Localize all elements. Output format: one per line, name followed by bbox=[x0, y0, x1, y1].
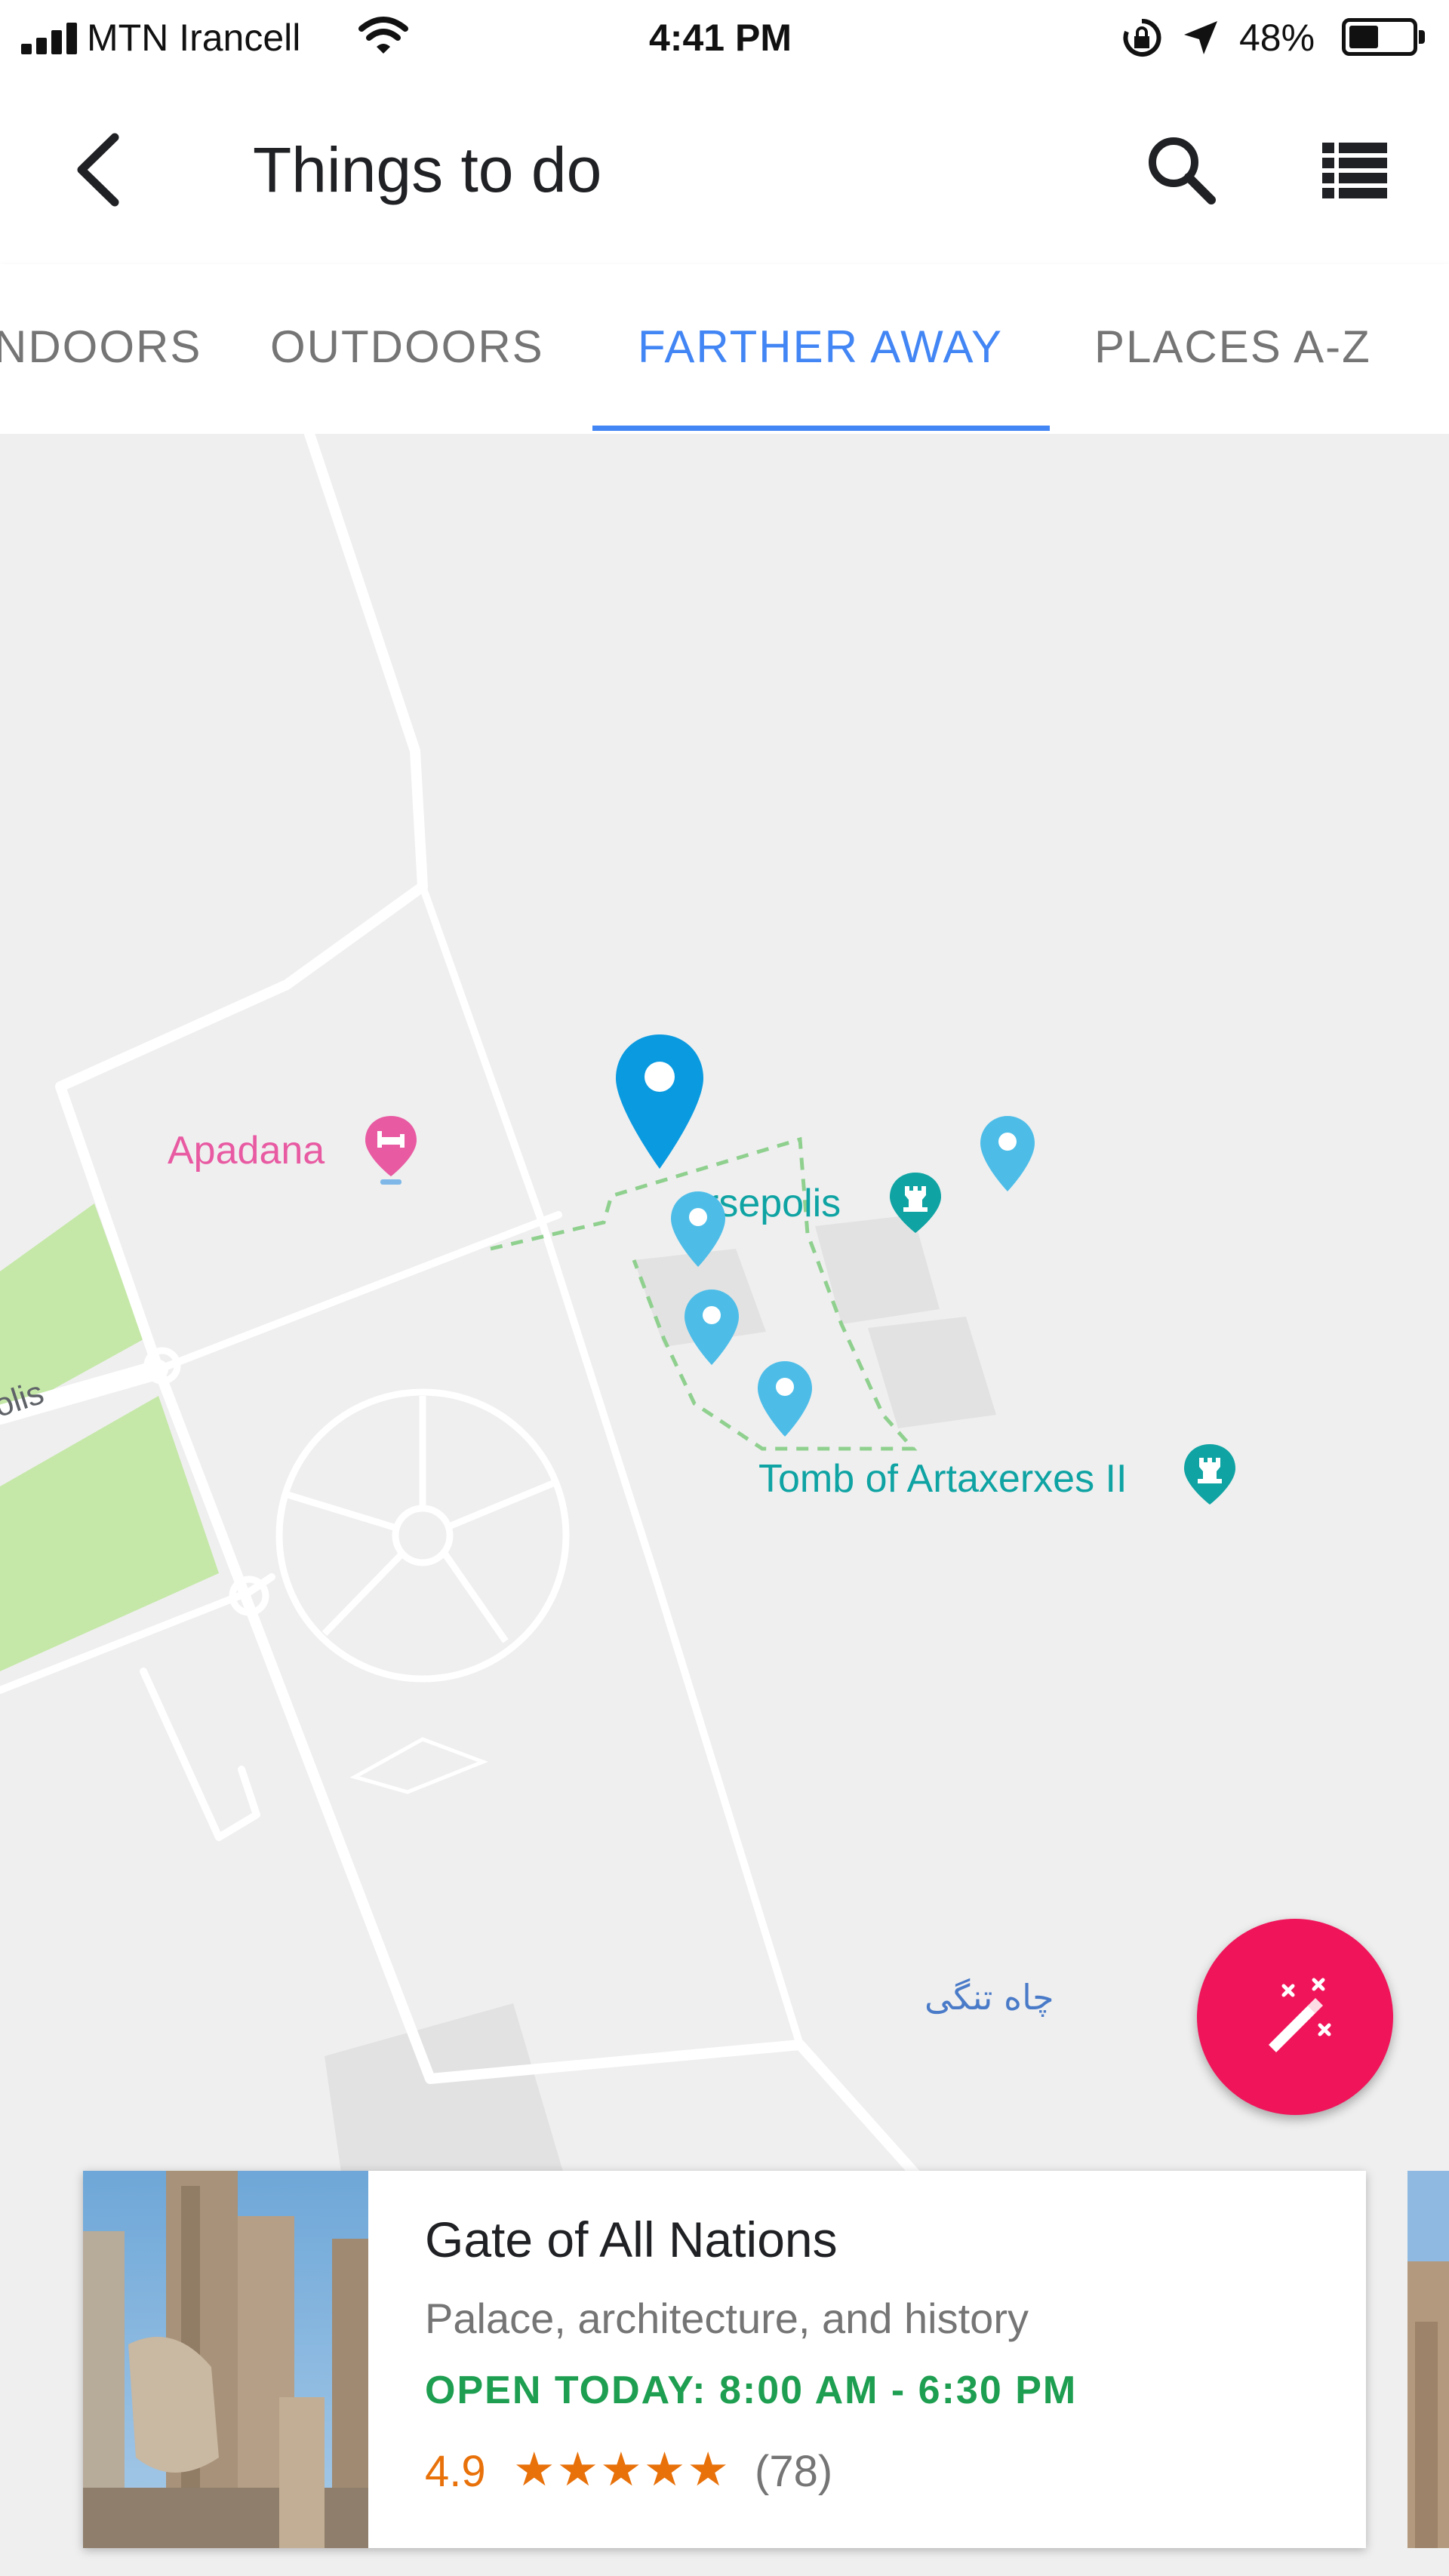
wifi-icon bbox=[358, 17, 408, 54]
place-rating: 4.9 bbox=[425, 2447, 486, 2496]
tab-indoors[interactable]: NDOORS bbox=[0, 317, 202, 377]
magic-wand-button[interactable] bbox=[1197, 1919, 1393, 2115]
next-place-card[interactable] bbox=[1407, 2171, 1449, 2548]
map-label-apadana[interactable]: Apadana bbox=[168, 1128, 325, 1173]
carrier-name: MTN Irancell bbox=[87, 17, 301, 59]
app-bar bbox=[0, 75, 1449, 264]
building-block bbox=[868, 1317, 996, 1428]
battery-icon bbox=[1342, 18, 1417, 56]
map-label-tomb[interactable]: Tomb of Artaxerxes II bbox=[758, 1456, 1127, 1502]
hotel-pin-icon[interactable] bbox=[362, 1113, 420, 1188]
roads bbox=[0, 434, 964, 2227]
landmark-pin-icon[interactable] bbox=[887, 1170, 944, 1245]
rotation-lock-icon bbox=[1123, 18, 1161, 57]
status-bar: MTN Irancell 4:41 PM 48% bbox=[0, 0, 1449, 75]
magic-wand-icon bbox=[1269, 1978, 1331, 2052]
place-pin-icon[interactable] bbox=[755, 1358, 815, 1441]
rating-stars-icon: ★★★★★ bbox=[513, 2444, 731, 2496]
page-title: Things to do bbox=[253, 134, 602, 205]
place-photo[interactable] bbox=[83, 2171, 368, 2548]
tab-outdoors[interactable]: OUTDOORS bbox=[270, 317, 544, 377]
battery-percent: 48% bbox=[1239, 17, 1315, 59]
status-time: 4:41 PM bbox=[649, 17, 792, 59]
active-tab-indicator bbox=[592, 426, 1050, 431]
map-label-village: چاه تنگی bbox=[924, 1977, 1054, 2018]
cellular-signal-icon bbox=[21, 21, 78, 54]
place-pin-icon[interactable] bbox=[668, 1188, 728, 1271]
arrow-back-icon[interactable] bbox=[68, 128, 128, 211]
review-count: (78) bbox=[755, 2447, 833, 2496]
location-arrow-icon bbox=[1184, 21, 1217, 54]
list-view-icon[interactable] bbox=[1321, 140, 1389, 200]
place-hours: OPEN TODAY: 8:00 AM - 6:30 PM bbox=[425, 2369, 1078, 2412]
tab-places-a-z[interactable]: PLACES A-Z bbox=[1094, 317, 1371, 377]
place-name[interactable]: Gate of All Nations bbox=[425, 2211, 838, 2268]
selected-place-pin-icon[interactable] bbox=[610, 1030, 709, 1173]
battery-nub bbox=[1419, 30, 1425, 44]
place-category: Palace, architecture, and history bbox=[425, 2295, 1029, 2342]
place-pin-icon[interactable] bbox=[977, 1113, 1038, 1196]
place-pin-icon[interactable] bbox=[681, 1286, 742, 1369]
landmark-pin-icon[interactable] bbox=[1181, 1441, 1238, 1517]
search-icon[interactable] bbox=[1143, 132, 1219, 207]
tab-farther-away[interactable]: FARTHER AWAY bbox=[638, 317, 1003, 377]
